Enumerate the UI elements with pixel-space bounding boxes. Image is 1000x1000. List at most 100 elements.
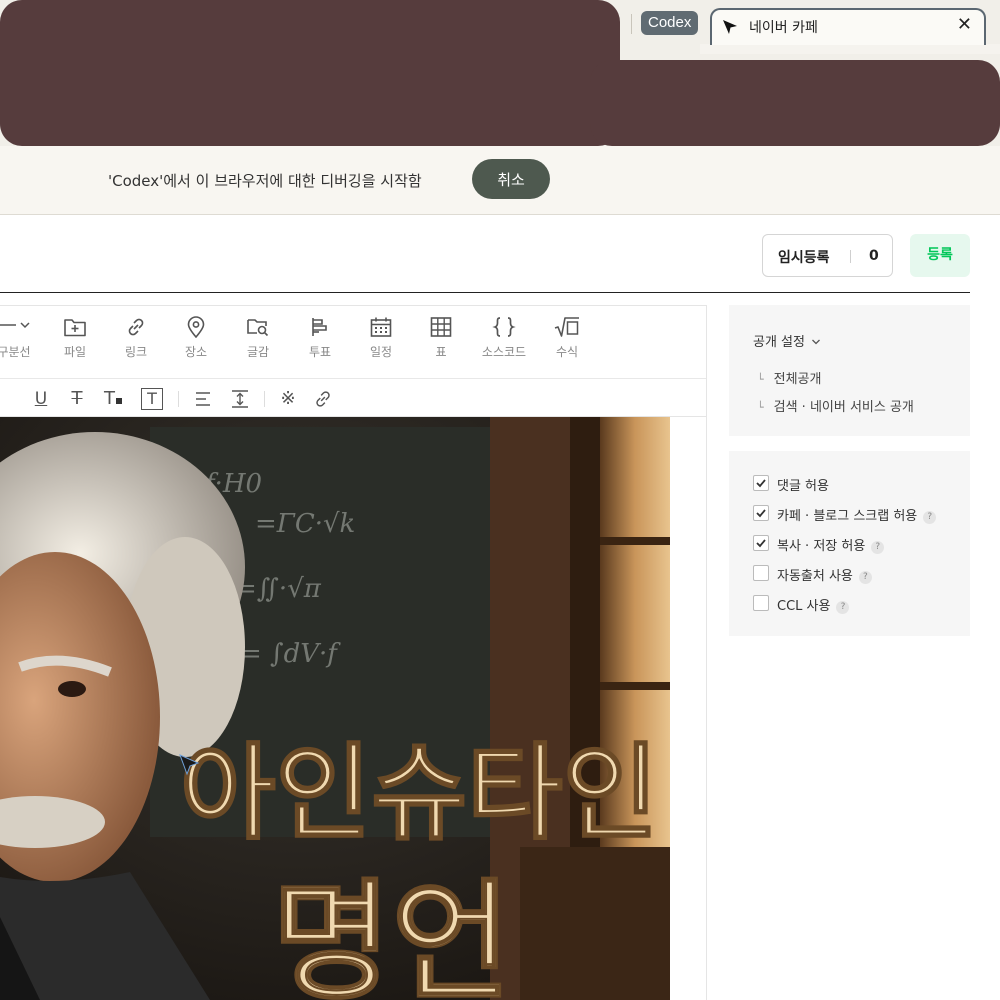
editor-toolbar: 구분선 파일 링크 장소 글감 투표 일정 표 소스코드 수식 U T T T …: [0, 305, 707, 417]
material-search-icon: [247, 319, 269, 337]
toolbar-label: 수식: [555, 345, 579, 359]
toolbar-label: 글감: [246, 345, 270, 359]
poll-icon: [312, 318, 327, 336]
tab-group-chip[interactable]: Codex: [641, 11, 699, 35]
checkmark-icon: [756, 509, 766, 518]
tree-corner-icon: └: [757, 373, 764, 386]
debugging-infobar: 'Codex'에서 이 브라우저에 대한 디버깅을 시작함 취소: [0, 146, 1000, 215]
toolbar-place-button[interactable]: 장소: [166, 316, 226, 360]
option-label: 카페 · 블로그 스크랩 허용: [777, 509, 918, 524]
option-label-wrap: 복사 · 저장 허용?: [777, 535, 885, 554]
toolbar-label: 표: [435, 345, 447, 359]
option-label: 복사 · 저장 허용: [777, 539, 866, 554]
tab-close-icon[interactable]: ✕: [957, 14, 972, 35]
checkbox[interactable]: [753, 505, 769, 521]
public-setting-label: 전체공개: [773, 372, 822, 387]
svg-text:= ∫dV·f: = ∫dV·f: [240, 639, 341, 669]
toolbar-label: 일정: [369, 345, 393, 359]
redacted-region: [0, 0, 620, 146]
tab-title: 네이버 카페: [749, 20, 818, 36]
italic-button[interactable]: I: [0, 388, 14, 410]
active-tab[interactable]: 네이버 카페 ✕: [710, 8, 986, 45]
superscript-button[interactable]: T: [104, 388, 130, 410]
tab-separator: [631, 14, 632, 34]
toolbar-poll-button[interactable]: 투표: [290, 316, 350, 360]
line-height-icon[interactable]: [229, 388, 251, 410]
toolbar-link-button[interactable]: 링크: [106, 316, 166, 360]
checkbox[interactable]: [753, 475, 769, 491]
formula-icon: [554, 317, 579, 337]
public-setting-item: └ 전체공개: [757, 368, 821, 387]
toolbar-schedule-button[interactable]: 일정: [351, 316, 411, 360]
thumbnail-artwork: f·H0 =ΓC·√k =∬·√π = ∫dV·f 아인슈타인 명언: [0, 417, 670, 1000]
option-label-wrap: CCL 사용?: [777, 595, 850, 614]
toolbar-label: 링크: [124, 345, 148, 359]
temp-save-count[interactable]: 0: [869, 248, 879, 264]
help-icon[interactable]: ?: [836, 601, 850, 614]
chevron-down-icon: [812, 339, 821, 345]
einstein-thumbnail-image[interactable]: f·H0 =ΓC·√k =∬·√π = ∫dV·f 아인슈타인 명언: [0, 417, 670, 1000]
toolbar-label: 장소: [184, 345, 208, 359]
redacted-region: [590, 60, 1000, 146]
cursor-favicon-icon: [723, 20, 737, 34]
small-square-icon: [116, 398, 122, 404]
checkbox[interactable]: [753, 595, 769, 611]
option-label: CCL 사용: [777, 599, 831, 614]
public-settings-heading[interactable]: 공개 설정: [753, 331, 821, 350]
option-label: 댓글 허용: [777, 479, 829, 494]
checkbox[interactable]: [753, 535, 769, 551]
svg-text:아인슈타인: 아인슈타인: [180, 732, 658, 854]
toolbar-formula-button[interactable]: 수식: [537, 316, 597, 360]
code-braces-icon: [492, 317, 516, 337]
option-label: 자동출처 사용: [777, 569, 853, 584]
temp-save-label: 임시등록: [778, 250, 830, 266]
public-settings-title: 공개 설정: [753, 335, 805, 350]
svg-text:=ΓC·√k: =ΓC·√k: [255, 509, 355, 539]
register-button[interactable]: 등록: [910, 234, 970, 277]
header-divider: [0, 292, 970, 293]
tree-corner-icon: └: [757, 401, 764, 414]
svg-text:=∬·√π: =∬·√π: [235, 574, 322, 604]
toolbar-material-button[interactable]: 글감: [228, 316, 288, 360]
public-setting-item: └ 검색 · 네이버 서비스 공개: [757, 396, 914, 415]
insert-toolbar-row: 구분선 파일 링크 장소 글감 투표 일정 표 소스코드 수식: [0, 306, 706, 379]
link-icon: [128, 318, 144, 336]
checkmark-icon: [756, 539, 766, 548]
toolbar-label: 소스코드: [481, 345, 527, 359]
toolbar-separator: [264, 391, 265, 407]
table-icon: [430, 317, 452, 337]
link-format-icon[interactable]: [312, 388, 334, 410]
align-icon[interactable]: [192, 388, 214, 410]
help-icon[interactable]: ?: [858, 571, 872, 584]
help-icon[interactable]: ?: [871, 541, 885, 554]
map-pin-icon: [187, 316, 205, 338]
temp-save-divider: [850, 250, 851, 263]
debugging-message: 'Codex'에서 이 브라우저에 대한 디버깅을 시작함: [108, 172, 422, 190]
checkbox[interactable]: [753, 565, 769, 581]
superscript-glyph: T: [104, 388, 115, 409]
format-toolbar-row: I U T T T ※: [0, 379, 706, 417]
checkmark-icon: [756, 479, 766, 488]
strikethrough-button[interactable]: T: [66, 388, 88, 410]
toolbar-label: 투표: [308, 345, 332, 359]
svg-text:명언: 명언: [272, 866, 511, 1000]
toolbar-source-code-button[interactable]: 소스코드: [474, 316, 534, 360]
option-label-wrap: 자동출처 사용?: [777, 565, 872, 584]
help-icon[interactable]: ?: [923, 511, 937, 524]
toolbar-table-button[interactable]: 표: [411, 316, 471, 360]
tab-strip-bottom: [700, 44, 1000, 54]
file-add-icon: [64, 319, 86, 337]
cancel-debugging-button[interactable]: 취소: [472, 159, 550, 199]
text-box-button[interactable]: T: [141, 388, 163, 410]
divider-icon: [0, 322, 30, 329]
toolbar-file-button[interactable]: 파일: [45, 316, 105, 360]
public-setting-label: 검색 · 네이버 서비스 공개: [773, 400, 914, 415]
post-options-panel: 댓글 허용 카페 · 블로그 스크랩 허용? 복사 · 저장 허용? 자동출처 …: [729, 451, 970, 636]
temp-save-button[interactable]: 임시등록 0: [762, 234, 893, 277]
underline-button[interactable]: U: [30, 388, 52, 410]
editor-content-border: [706, 305, 707, 1000]
toolbar-divider-button[interactable]: 구분선: [0, 316, 44, 360]
toolbar-label: 파일: [63, 345, 87, 359]
special-char-button[interactable]: ※: [277, 388, 299, 410]
calendar-icon: [370, 317, 392, 337]
